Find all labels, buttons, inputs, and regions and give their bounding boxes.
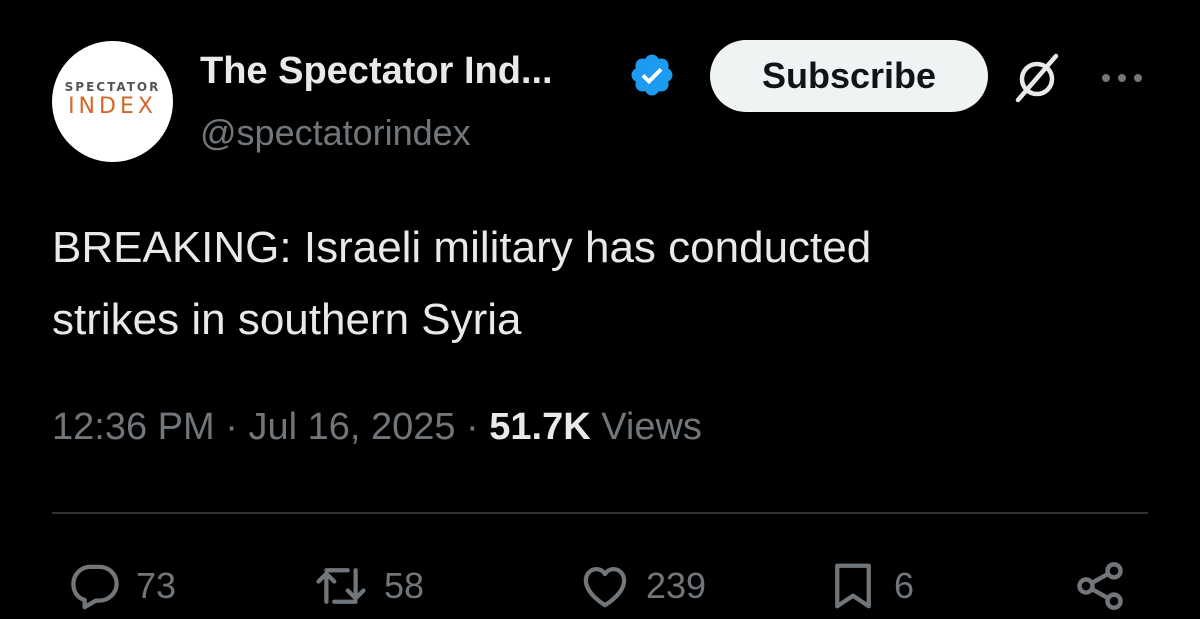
retweet-button[interactable]: 58: [312, 558, 424, 614]
tweet-date[interactable]: Jul 16, 2025: [248, 406, 455, 448]
like-count: 239: [646, 565, 707, 606]
more-options-icon[interactable]: [1098, 60, 1146, 96]
tweet-card: SPECTATOR INDEX The Spectator Ind... @sp…: [0, 0, 1200, 619]
bookmark-count: 6: [894, 565, 915, 606]
views-label: Views: [601, 406, 702, 448]
bookmark-icon: [835, 563, 871, 609]
retweet-count: 58: [384, 565, 425, 606]
grok-icon[interactable]: [1010, 50, 1066, 106]
bookmark-button[interactable]: 6: [826, 558, 914, 614]
heart-icon: [583, 566, 627, 608]
reply-count: 73: [136, 565, 177, 606]
meta-separator-2: ·: [455, 406, 490, 448]
meta-separator: ·: [214, 406, 249, 448]
verified-badge-icon[interactable]: [628, 51, 676, 99]
like-button[interactable]: 239: [578, 558, 706, 614]
retweet-icon: [316, 568, 366, 604]
views-count: 51.7K: [489, 406, 591, 448]
avatar-logo-bottom-text: INDEX: [68, 94, 157, 119]
avatar[interactable]: SPECTATOR INDEX: [52, 41, 173, 162]
avatar-logo-top-text: SPECTATOR: [64, 80, 161, 94]
tweet-time[interactable]: 12:36 PM: [52, 406, 215, 448]
author-display-name[interactable]: The Spectator Ind...: [200, 50, 553, 93]
reply-button[interactable]: 73: [68, 558, 176, 614]
tweet-meta: 12:36 PM · Jul 16, 2025 · 51.7K Views: [52, 406, 702, 449]
share-button[interactable]: [1072, 558, 1128, 614]
tweet-text-line-2: strikes in southern Syria: [52, 295, 522, 344]
reply-icon: [71, 564, 119, 610]
share-icon: [1077, 562, 1123, 610]
divider: [52, 512, 1148, 514]
tweet-text-line-1: BREAKING: Israeli military has conducted: [52, 223, 872, 272]
subscribe-button[interactable]: Subscribe: [710, 40, 988, 112]
author-handle[interactable]: @spectatorindex: [200, 112, 471, 154]
tweet-text: BREAKING: Israeli military has conducted…: [52, 212, 1142, 356]
